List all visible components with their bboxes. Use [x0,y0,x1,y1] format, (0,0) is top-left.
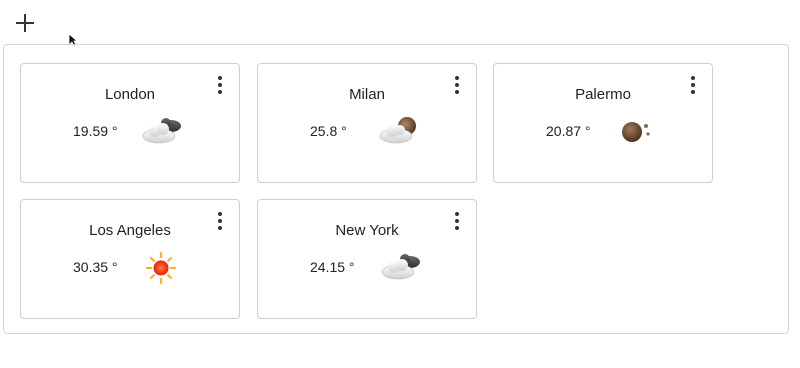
partly-cloudy-icon [379,117,416,144]
weather-card-milan[interactable]: Milan 25.8 ° [257,63,477,183]
sun-icon [145,251,177,284]
card-menu-button[interactable] [688,76,698,98]
card-menu-button[interactable] [452,212,462,234]
more-vert-icon [218,76,222,80]
card-menu-button[interactable] [452,76,462,98]
more-vert-icon [691,76,695,80]
weather-card-new-york[interactable]: New York 24.15 ° [257,199,477,319]
city-name: Palermo [575,86,631,103]
weather-card-los-angeles[interactable]: Los Angeles 30.35 ° [20,199,240,319]
city-name: Los Angeles [89,222,171,239]
clear-night-icon [622,122,650,142]
temperature-value: 19.59 ° [73,123,118,139]
temperature-value: 24.15 ° [310,259,355,275]
city-name: New York [335,222,399,239]
more-vert-icon [455,212,459,216]
partly-cloudy-icon [142,118,181,144]
card-menu-button[interactable] [215,76,225,98]
city-name: Milan [349,86,385,103]
temperature-value: 25.8 ° [310,123,347,139]
card-menu-button[interactable] [215,212,225,234]
more-vert-icon [218,212,222,216]
add-city-button[interactable] [12,10,38,36]
temperature-value: 30.35 ° [73,259,118,275]
weather-card-palermo[interactable]: Palermo 20.87 ° [493,63,713,183]
weather-card-london[interactable]: London 19.59 ° [20,63,240,183]
weather-card-grid: London 19.59 ° Milan 25.8 ° Palermo 20.8… [3,44,789,334]
temperature-value: 20.87 ° [546,123,591,139]
more-vert-icon [455,76,459,80]
partly-cloudy-icon [381,254,420,280]
city-name: London [104,86,156,103]
